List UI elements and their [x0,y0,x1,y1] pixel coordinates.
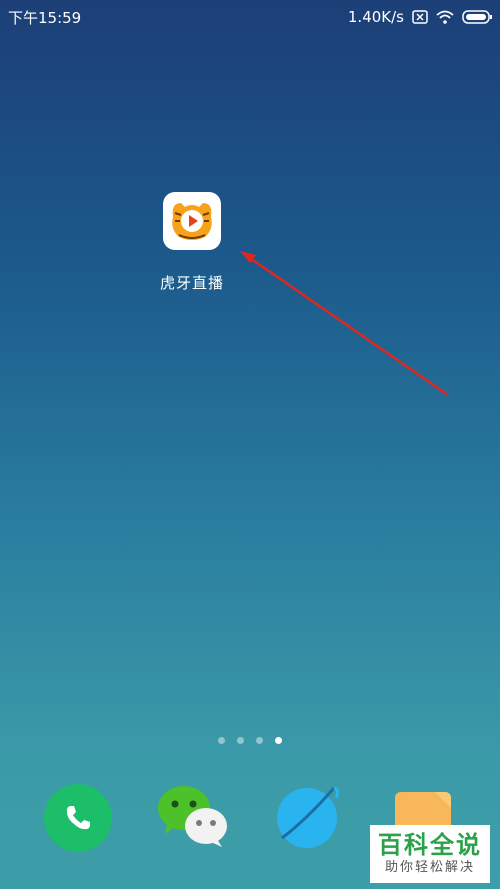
watermark-title: 百科全说 [378,831,482,859]
watermark: 百科全说 助你轻松解决 [370,825,490,883]
huya-tiger-icon [172,203,212,240]
watermark-subtitle: 助你轻松解决 [384,860,475,875]
page-dot[interactable] [256,737,263,744]
page-dot-active[interactable] [275,737,282,744]
page-indicator [0,737,500,744]
battery-icon [462,10,492,24]
red-arrow-annotation [240,251,449,397]
wechat-icon [158,786,227,847]
phone-app[interactable] [44,784,112,852]
phone-icon [66,806,90,830]
wifi-icon [436,10,454,24]
page-dot[interactable] [237,737,244,744]
huya-app-icon[interactable] [163,192,221,250]
wechat-app[interactable] [157,784,227,852]
browser-icon [277,786,340,848]
app-label[interactable]: 虎牙直播 [142,272,242,293]
status-time: 下午15:59 [8,8,82,27]
sim-x-icon [412,10,428,24]
page-dot[interactable] [218,737,225,744]
status-right: 1.40K/s [348,8,492,26]
status-bar: 下午15:59 1.40K/s [0,0,500,34]
network-speed: 1.40K/s [347,8,404,26]
browser-app[interactable] [276,784,344,852]
